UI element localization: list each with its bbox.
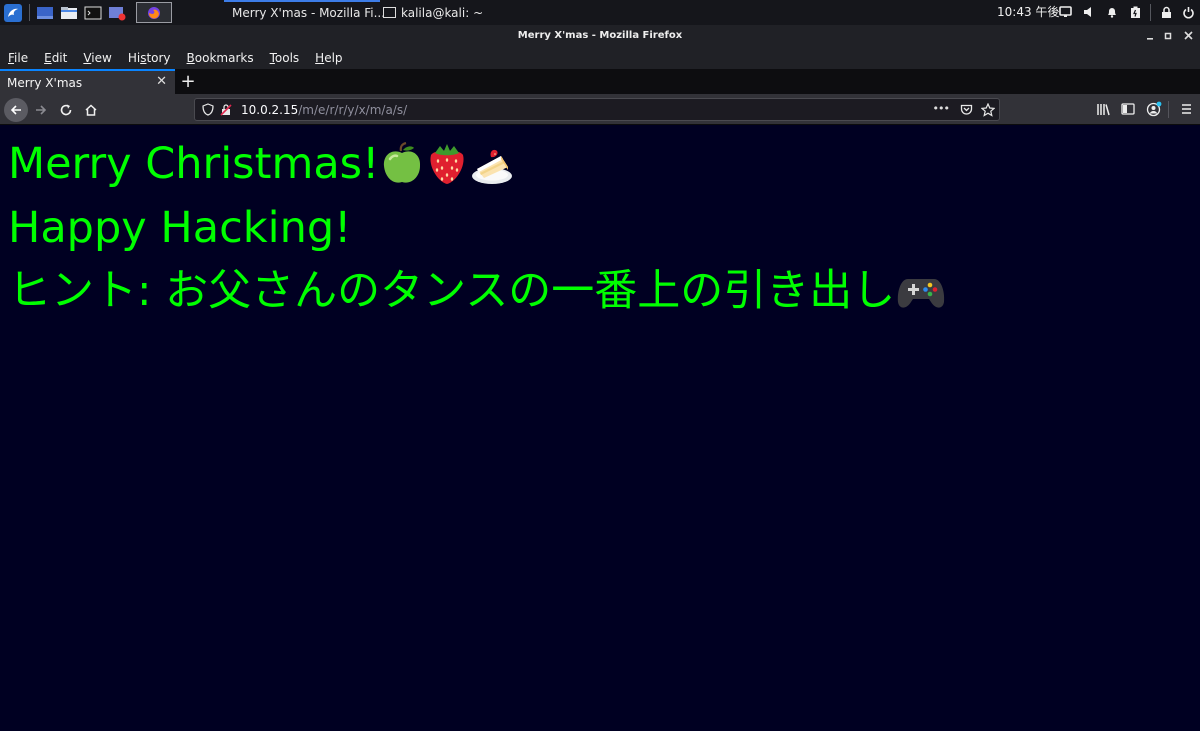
hint-line: ヒント: お父さんのタンスの一番上の引き出し [8, 269, 946, 313]
insecure-lock-icon [220, 104, 232, 116]
terminal-button[interactable] [82, 2, 104, 24]
shield-icon [202, 103, 214, 116]
close-tab-icon[interactable]: ✕ [156, 74, 167, 89]
menu-history[interactable]: History [128, 51, 171, 65]
arrow-left-icon [10, 105, 21, 115]
strawberry-icon [430, 144, 464, 184]
lock-icon [1161, 6, 1171, 18]
home-button[interactable] [79, 98, 103, 122]
video-game-icon [898, 279, 945, 308]
logout-button[interactable] [1180, 4, 1196, 20]
hint-text: ヒント: お父さんのタンスの一番上の引き出し [8, 265, 896, 316]
desktop-icon [37, 6, 53, 19]
page-content: Merry Christmas! Happy Hacking! ヒント: お父さ… [0, 126, 1200, 731]
firefox-icon [148, 6, 160, 19]
window-titlebar[interactable]: Merry X'mas - Mozilla Firefox [0, 25, 1200, 46]
tab-strip: Merry X'mas ✕ + [0, 69, 1200, 94]
window-title: Merry X'mas - Mozilla Firefox [517, 30, 683, 41]
firefox-launcher-button[interactable] [136, 2, 172, 23]
taskbar-terminal-window[interactable]: kalila@kali: ~ [382, 0, 532, 25]
hacking-text: Happy Hacking! [8, 203, 352, 253]
green-apple-icon [384, 142, 421, 183]
terminal-icon [383, 7, 396, 18]
account-button[interactable] [1145, 100, 1163, 118]
forward-button[interactable] [29, 98, 53, 122]
speaker-icon [1084, 7, 1091, 17]
close-window-button[interactable] [1179, 25, 1197, 46]
maximize-button[interactable] [1159, 25, 1177, 46]
tracking-shield-icon[interactable] [199, 101, 217, 119]
lock-screen-button[interactable] [1158, 4, 1174, 20]
page-actions-menu-icon[interactable]: ••• [933, 102, 950, 115]
back-button[interactable] [4, 98, 28, 122]
app-menu-button[interactable] [1177, 100, 1195, 118]
taskbar-item-label: kalila@kali: ~ [401, 5, 484, 20]
close-icon [1183, 31, 1193, 40]
greeting-text: Merry Christmas! [8, 138, 380, 189]
account-icon [1146, 101, 1162, 117]
pocket-icon [960, 104, 972, 115]
monitor-icon [1058, 6, 1072, 17]
sidebar-toggle-button[interactable] [1119, 100, 1137, 118]
shortcake-icon [472, 149, 513, 184]
panel-separator [29, 4, 30, 21]
tab-merry-xmas[interactable]: Merry X'mas ✕ [0, 69, 175, 94]
url-text[interactable]: 10.0.2.15/m/e/r/r/y/x/m/a/s/ [241, 103, 407, 117]
hacking-line: Happy Hacking! [8, 207, 351, 250]
audio-tray-button[interactable] [1081, 4, 1097, 20]
menu-edit[interactable]: Edit [44, 51, 67, 65]
panel-separator [1150, 4, 1151, 21]
reload-icon [60, 104, 72, 116]
show-desktop-button[interactable] [34, 2, 56, 24]
kali-dragon-icon [3, 3, 22, 22]
maximize-icon [1164, 32, 1172, 39]
menu-help[interactable]: Help [315, 51, 342, 65]
navigation-toolbar: 10.0.2.15/m/e/r/r/y/x/m/a/s/ ••• [0, 94, 1200, 125]
file-manager-button[interactable] [58, 2, 80, 24]
panel-clock[interactable]: 10:43 午後 [997, 0, 1059, 25]
menu-bookmarks[interactable]: Bookmarks [187, 51, 254, 65]
display-tray-button[interactable] [1057, 4, 1073, 20]
terminal-icon [84, 6, 102, 19]
reload-button[interactable] [54, 98, 78, 122]
insecure-connection-icon[interactable] [217, 101, 235, 119]
taskbar-firefox-window[interactable]: Merry X'mas - Mozilla Fi... [224, 0, 385, 25]
kali-menu-button[interactable] [0, 0, 25, 25]
menu-tools[interactable]: Tools [270, 51, 300, 65]
home-icon [85, 104, 97, 116]
minimize-icon [1147, 37, 1153, 40]
library-icon [1097, 103, 1110, 115]
taskbar-item-label: Merry X'mas - Mozilla Fi... [232, 5, 386, 20]
screen-recorder-button[interactable] [106, 2, 128, 24]
folder-icon [61, 6, 77, 19]
star-icon [981, 103, 995, 117]
address-bar[interactable]: 10.0.2.15/m/e/r/r/y/x/m/a/s/ ••• [194, 98, 1000, 121]
bookmark-star-button[interactable] [979, 101, 997, 119]
sidebar-icon [1121, 103, 1135, 115]
new-tab-button[interactable]: + [178, 70, 198, 92]
power-icon [1182, 6, 1194, 18]
power-tray-button[interactable] [1127, 4, 1143, 20]
hamburger-icon [1181, 104, 1191, 114]
kali-top-panel: Merry X'mas - Mozilla Fi... kalila@kali:… [0, 0, 1200, 25]
toolbar-separator [1168, 101, 1169, 118]
recorder-icon [109, 6, 126, 20]
library-button[interactable] [1094, 100, 1112, 118]
menu-view[interactable]: View [83, 51, 111, 65]
arrow-right-icon [36, 105, 47, 115]
pocket-button[interactable] [957, 101, 975, 119]
firefox-menubar: File Edit View History Bookmarks Tools H… [0, 46, 1200, 69]
battery-icon [1130, 6, 1140, 18]
greeting-line: Merry Christmas! [8, 142, 514, 186]
notifications-tray-button[interactable] [1104, 4, 1120, 20]
minimize-button[interactable] [1141, 25, 1159, 46]
tab-title: Merry X'mas [7, 75, 83, 90]
bell-icon [1108, 8, 1116, 18]
menu-file[interactable]: File [8, 51, 28, 65]
